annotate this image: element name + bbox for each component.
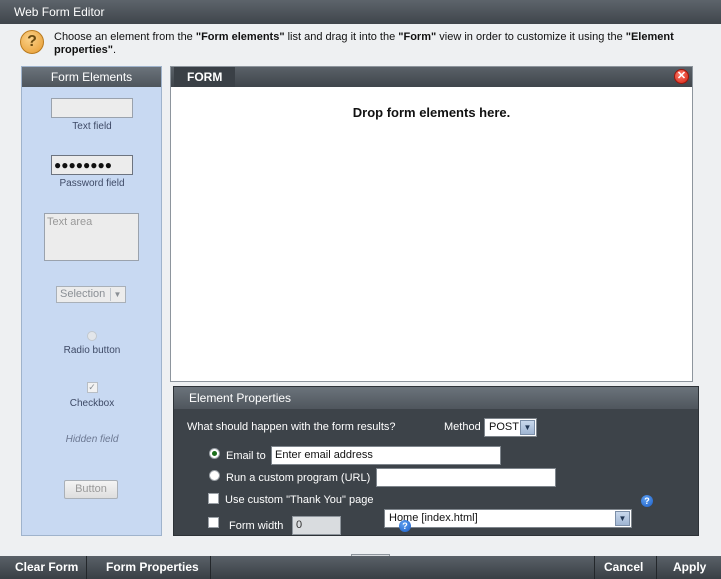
palette-radio-button[interactable]: Radio button: [42, 331, 142, 356]
email-radio[interactable]: [209, 448, 220, 459]
thankyou-page-select[interactable]: Home [index.html] ▼: [384, 509, 632, 528]
custom-program-radio[interactable]: [209, 470, 220, 481]
hint-bar: ? Choose an element from the "Form eleme…: [0, 24, 721, 64]
apply-button[interactable]: Apply: [663, 556, 716, 579]
selection-label: Selection: [60, 288, 106, 300]
chevron-down-icon: ▼: [615, 511, 630, 526]
custom-program-label: Run a custom program (URL): [226, 472, 371, 484]
element-properties-body: What should happen with the form results…: [174, 409, 698, 573]
form-width-label: Form width: [229, 520, 284, 532]
password-field-label: Password field: [59, 178, 125, 189]
cancel-button[interactable]: Cancel: [594, 556, 653, 579]
palette-hidden-field[interactable]: Hidden field: [42, 434, 142, 445]
palette-button[interactable]: Button: [64, 480, 120, 499]
form-width-checkbox[interactable]: [208, 517, 219, 528]
footer-divider: [656, 556, 657, 579]
close-icon[interactable]: ✕: [674, 69, 689, 84]
form-properties-button[interactable]: Form Properties: [96, 556, 209, 579]
footer-divider: [210, 556, 211, 579]
form-elements-title: Form Elements: [22, 67, 161, 87]
thankyou-checkbox[interactable]: [208, 493, 219, 504]
method-value: POST: [489, 421, 519, 433]
text-field-preview: [51, 98, 133, 118]
thankyou-label: Use custom "Thank You" page: [225, 494, 374, 506]
form-width-field[interactable]: 0: [292, 516, 341, 535]
text-area-preview: Text area: [44, 213, 139, 261]
chevron-down-icon: ▼: [520, 420, 535, 435]
radio-icon: [87, 331, 97, 341]
form-drop-area[interactable]: FORM ✕ Drop form elements here.: [170, 66, 693, 382]
element-properties-title: Element Properties: [174, 387, 698, 409]
drop-hint: Drop form elements here.: [352, 105, 511, 120]
help-icon[interactable]: ?: [641, 495, 653, 507]
button-preview: Button: [64, 480, 118, 499]
email-label: Email to: [226, 450, 266, 462]
palette-text-area[interactable]: Text area: [44, 213, 139, 261]
checkbox-icon: ✓: [86, 382, 98, 393]
text-field-label: Text field: [72, 121, 112, 132]
hint-text: Choose an element from the "Form element…: [54, 31, 674, 56]
method-label: Method: [444, 421, 481, 433]
question-icon: ?: [20, 30, 44, 54]
email-field[interactable]: Enter email address: [271, 446, 501, 465]
checkbox-label: Checkbox: [69, 398, 115, 409]
help-icon[interactable]: ?: [399, 520, 411, 532]
palette-checkbox[interactable]: ✓ Checkbox: [42, 382, 142, 409]
clear-form-button[interactable]: Clear Form: [5, 556, 88, 579]
form-results-question: What should happen with the form results…: [187, 421, 396, 433]
element-properties-panel: Element Properties What should happen wi…: [173, 386, 699, 573]
custom-program-url-field[interactable]: [376, 468, 556, 487]
footer-divider: [86, 556, 87, 579]
radio-button-label: Radio button: [63, 345, 121, 356]
form-elements-panel: Form Elements Text field ●●●●●●●● Passwo…: [21, 66, 162, 536]
window-title: Web Form Editor: [0, 0, 721, 24]
footer-bar: Clear Form Form Properties Cancel Apply: [0, 556, 721, 579]
palette-selection[interactable]: Selection ▼: [56, 286, 126, 303]
selection-preview: Selection ▼: [56, 286, 126, 303]
tab-form[interactable]: FORM: [174, 67, 236, 87]
password-field-preview: ●●●●●●●●: [51, 155, 133, 175]
method-select[interactable]: POST ▼: [484, 418, 537, 437]
form-header: FORM ✕: [171, 67, 692, 87]
palette-text-field[interactable]: Text field: [51, 98, 133, 132]
hidden-field-label: Hidden field: [65, 434, 119, 445]
chevron-down-icon: ▼: [110, 288, 124, 301]
palette-password-field[interactable]: ●●●●●●●● Password field: [51, 155, 133, 189]
